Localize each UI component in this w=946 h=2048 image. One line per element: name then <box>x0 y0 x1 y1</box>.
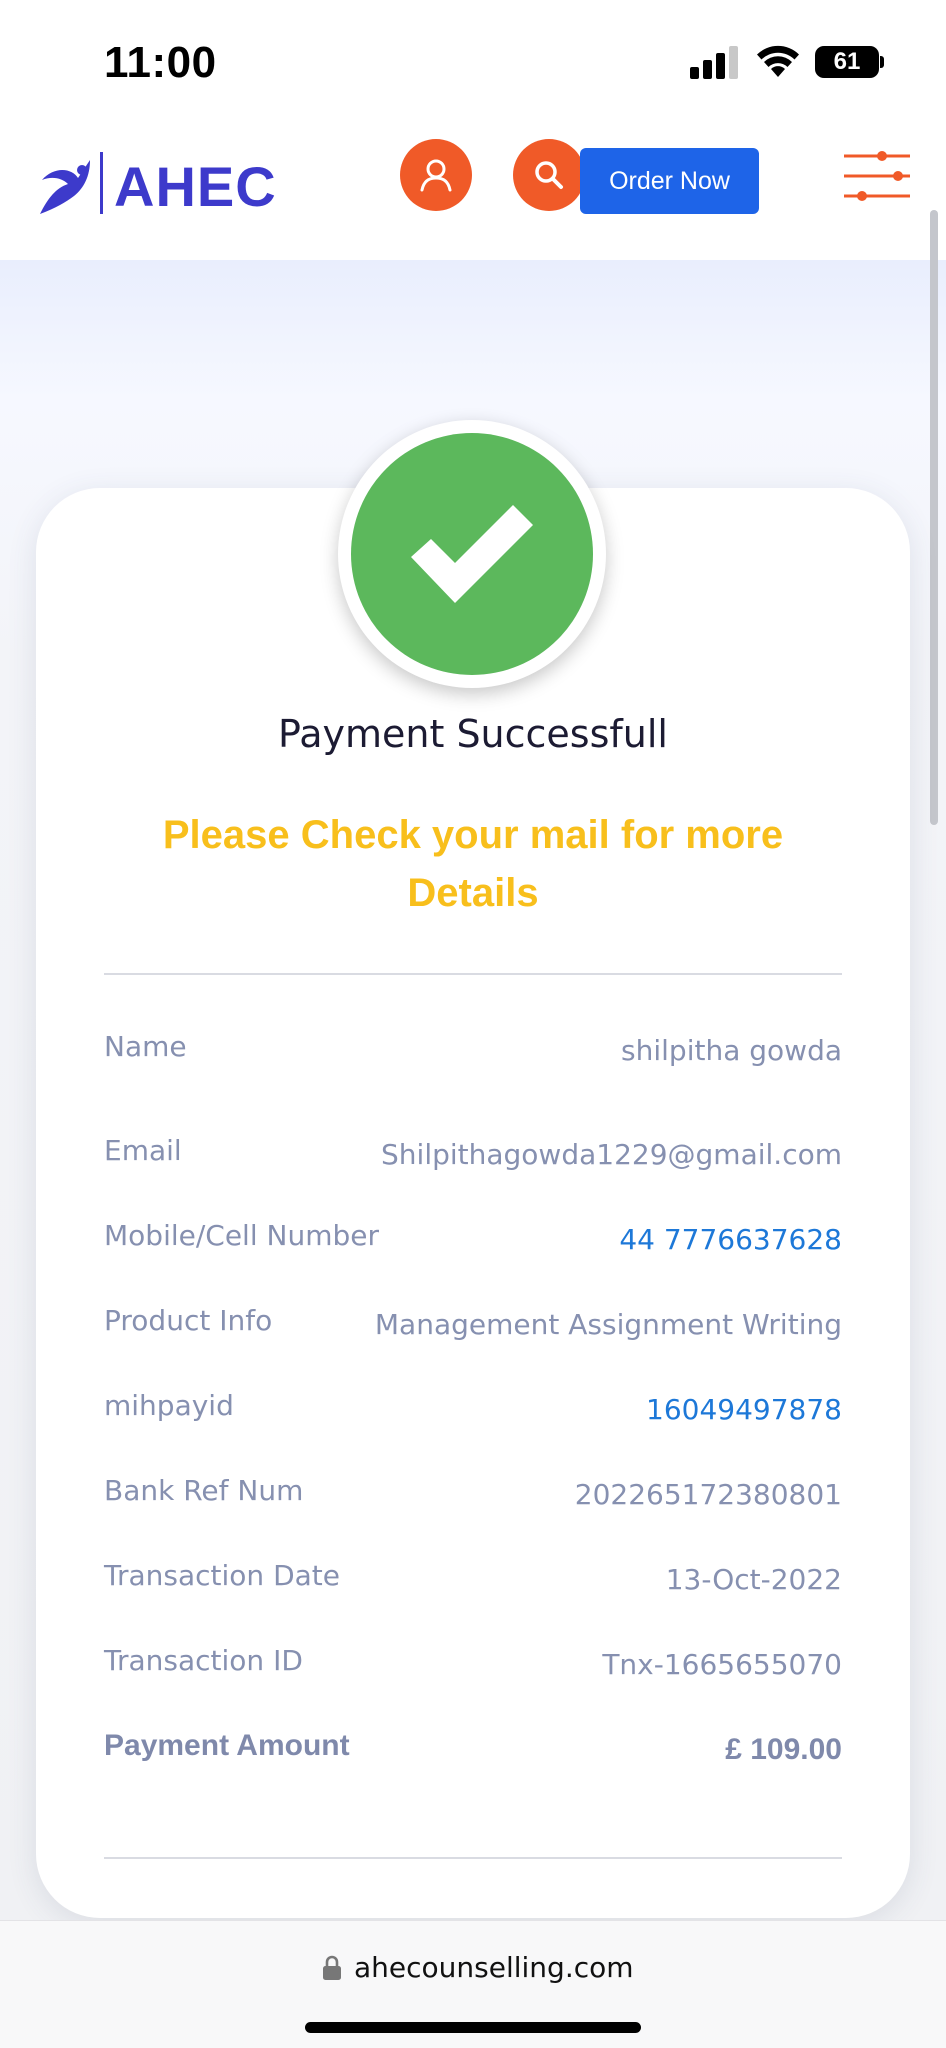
detail-label: Transaction ID <box>104 1644 303 1677</box>
account-button[interactable] <box>400 139 472 211</box>
detail-value: shilpitha gowda <box>621 1034 842 1067</box>
mihpayid-link[interactable]: 16049497878 <box>646 1393 842 1426</box>
logo-text: AHEC <box>114 155 277 218</box>
detail-value: 202265172380801 <box>574 1478 842 1511</box>
detail-row-product: Product Info Management Assignment Writi… <box>104 1304 842 1354</box>
browser-url-bar[interactable]: ahecounselling.com <box>0 1920 946 2048</box>
battery-tip <box>880 56 884 68</box>
search-button[interactable] <box>513 139 585 211</box>
logo-divider <box>100 152 103 214</box>
detail-row-name: Name shilpitha gowda <box>104 1030 842 1080</box>
detail-value: Tnx-1665655070 <box>602 1648 842 1681</box>
url-text[interactable]: ahecounselling.com <box>354 1951 634 1984</box>
site-header: AHEC Order Now <box>0 120 946 260</box>
payment-amount: £ 109.00 <box>725 1733 842 1766</box>
detail-value: Management Assignment Writing <box>374 1308 842 1341</box>
detail-row-mihpayid: mihpayid 16049497878 <box>104 1389 842 1439</box>
detail-row-date: Transaction Date 13-Oct-2022 <box>104 1559 842 1609</box>
detail-label: Payment Amount <box>104 1729 350 1762</box>
cellular-signal-icon <box>690 45 740 79</box>
success-badge <box>338 420 606 688</box>
ahec-logo[interactable]: AHEC <box>38 150 288 220</box>
battery-level: 61 <box>833 48 861 75</box>
order-now-button[interactable]: Order Now <box>580 148 759 214</box>
battery-icon: 61 <box>815 46 879 78</box>
payment-status-title: Payment Successfull <box>278 712 668 756</box>
detail-value: Shilpithagowda1229@gmail.com <box>381 1138 842 1171</box>
detail-row-bank-ref: Bank Ref Num 202265172380801 <box>104 1474 842 1524</box>
detail-label: Name <box>104 1030 187 1063</box>
scrollbar[interactable] <box>930 210 938 825</box>
bottom-divider <box>104 1857 842 1859</box>
sliders-menu-icon[interactable] <box>842 146 912 206</box>
user-icon <box>420 159 452 192</box>
mail-notice: Please Check your mail for more Details <box>162 813 784 915</box>
status-time: 11:00 <box>104 38 217 87</box>
detail-label: Mobile/Cell Number <box>104 1219 379 1252</box>
top-divider <box>104 973 842 975</box>
detail-row-email: Email Shilpithagowda1229@gmail.com <box>104 1134 842 1184</box>
phone-link[interactable]: 44 7776637628 <box>619 1223 842 1256</box>
payment-confirmation-card <box>36 488 910 1918</box>
detail-label: Transaction Date <box>104 1559 341 1592</box>
success-circle <box>351 433 593 675</box>
search-icon <box>535 161 563 189</box>
detail-row-transaction-id: Transaction ID Tnx-1665655070 <box>104 1644 842 1694</box>
home-indicator[interactable] <box>305 2022 641 2033</box>
lock-icon <box>323 1955 341 1980</box>
detail-row-mobile: Mobile/Cell Number 44 7776637628 <box>104 1219 842 1269</box>
wifi-icon <box>757 45 799 77</box>
detail-label: Email <box>104 1134 182 1167</box>
detail-label: mihpayid <box>104 1389 234 1422</box>
detail-value: 13-Oct-2022 <box>665 1563 842 1596</box>
check-icon <box>411 505 533 603</box>
bird-logo-icon <box>40 160 90 214</box>
detail-label: Bank Ref Num <box>104 1474 304 1507</box>
detail-label: Product Info <box>104 1304 273 1337</box>
status-bar: 11:00 61 <box>0 0 946 120</box>
detail-row-amount: Payment Amount £ 109.00 <box>104 1729 842 1779</box>
